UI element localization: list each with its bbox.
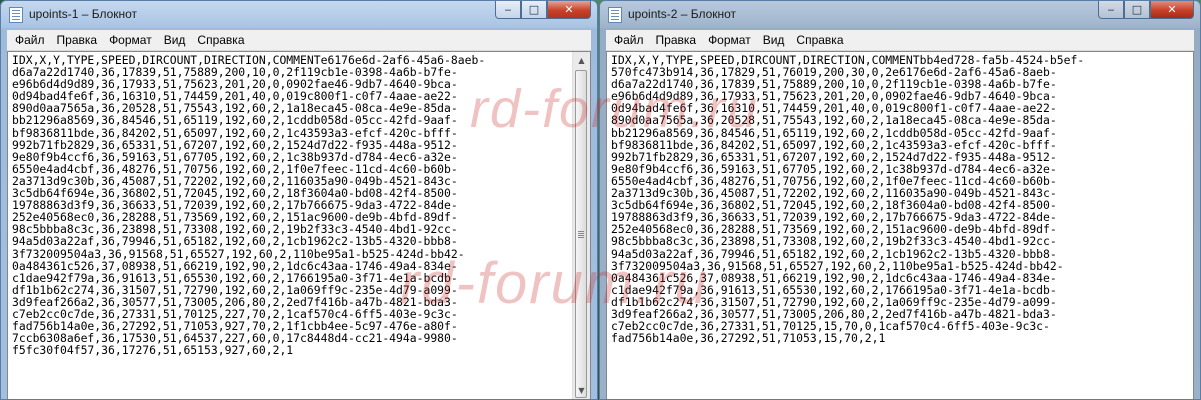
maximize-button[interactable]: □ bbox=[1124, 1, 1150, 19]
maximize-icon: □ bbox=[1131, 3, 1143, 16]
menu-edit[interactable]: Правка bbox=[650, 33, 703, 47]
notepad-window-upoints-1[interactable]: upoints-1 – Блокнот ‒ □ ✕ Файл Правка Фо… bbox=[0, 0, 598, 400]
notepad-icon bbox=[9, 7, 23, 23]
title-bar[interactable]: upoints-1 – Блокнот ‒ □ ✕ bbox=[1, 1, 597, 29]
title-bar[interactable]: upoints-2 – Блокнот ‒ □ ✕ bbox=[600, 1, 1200, 29]
scroll-thumb[interactable] bbox=[575, 70, 587, 398]
menu-file[interactable]: Файл bbox=[9, 33, 51, 47]
menu-format[interactable]: Формат bbox=[702, 33, 757, 47]
close-button[interactable]: ✕ bbox=[1150, 1, 1194, 19]
maximize-icon: □ bbox=[528, 3, 540, 16]
menu-view[interactable]: Вид bbox=[757, 33, 791, 47]
text-content[interactable]: IDX,X,Y,TYPE,SPEED,DIRCOUNT,DIRECTION,CO… bbox=[12, 54, 570, 399]
notepad-window-upoints-2[interactable]: upoints-2 – Блокнот ‒ □ ✕ Файл Правка Фо… bbox=[599, 0, 1201, 400]
minimize-button[interactable]: ‒ bbox=[1098, 1, 1124, 19]
menu-bar: Файл Правка Формат Вид Справка bbox=[7, 30, 591, 51]
window-title: upoints-1 – Блокнот bbox=[29, 7, 138, 21]
menu-format[interactable]: Формат bbox=[103, 33, 158, 47]
scroll-up-arrow[interactable]: ▲ bbox=[573, 52, 590, 69]
maximize-button[interactable]: □ bbox=[521, 1, 547, 19]
text-content[interactable]: IDX,X,Y,TYPE,SPEED,DIRCOUNT,DIRECTION,CO… bbox=[611, 54, 1189, 399]
minimize-icon: ‒ bbox=[1107, 3, 1115, 16]
close-button[interactable]: ✕ bbox=[547, 1, 591, 19]
window-controls: ‒ □ ✕ bbox=[495, 1, 591, 20]
minimize-button[interactable]: ‒ bbox=[495, 1, 521, 19]
menu-view[interactable]: Вид bbox=[158, 33, 192, 47]
window-controls: ‒ □ ✕ bbox=[1098, 1, 1194, 20]
menu-edit[interactable]: Правка bbox=[51, 33, 104, 47]
window-title: upoints-2 – Блокнот bbox=[628, 7, 737, 21]
menu-help[interactable]: Справка bbox=[191, 33, 250, 47]
menu-help[interactable]: Справка bbox=[790, 33, 849, 47]
vertical-scrollbar[interactable]: ▲ ▼ bbox=[572, 52, 590, 399]
notepad-icon bbox=[608, 7, 622, 23]
grip-icon bbox=[578, 231, 584, 232]
menu-bar: Файл Правка Формат Вид Справка bbox=[606, 30, 1194, 51]
scroll-down-arrow[interactable]: ▼ bbox=[573, 382, 590, 399]
minimize-icon: ‒ bbox=[504, 3, 512, 16]
text-editor[interactable]: IDX,X,Y,TYPE,SPEED,DIRCOUNT,DIRECTION,CO… bbox=[7, 51, 591, 399]
menu-file[interactable]: Файл bbox=[608, 33, 650, 47]
close-icon: ✕ bbox=[1167, 3, 1177, 16]
close-icon: ✕ bbox=[564, 3, 574, 16]
text-editor[interactable]: IDX,X,Y,TYPE,SPEED,DIRCOUNT,DIRECTION,CO… bbox=[606, 51, 1194, 399]
